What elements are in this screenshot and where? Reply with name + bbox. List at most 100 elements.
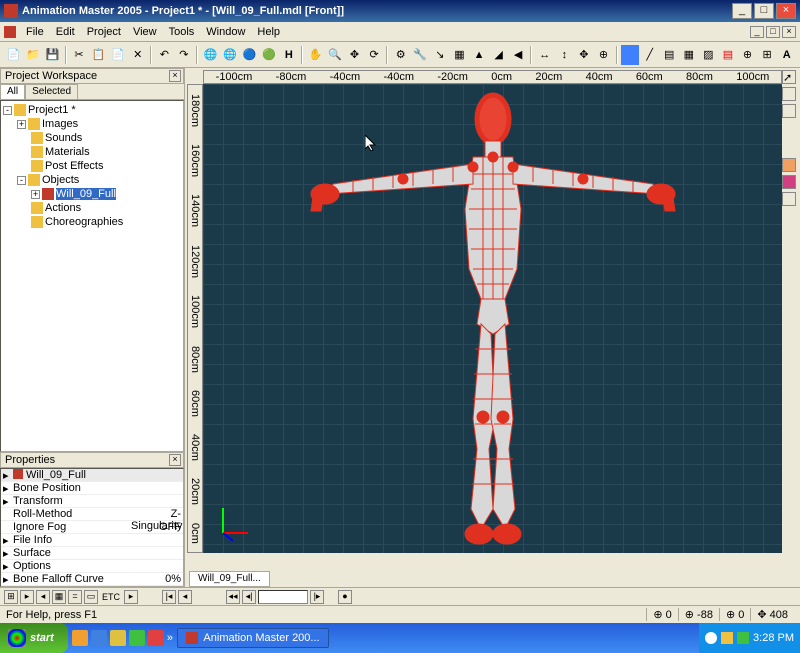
gear-button[interactable]: ⚙ xyxy=(391,45,410,65)
tree-objects[interactable]: -Objects xyxy=(3,173,181,187)
play-prev[interactable]: ◂ xyxy=(178,590,192,604)
prop-falloff[interactable]: ▸Bone Falloff Curve0% xyxy=(1,573,183,586)
mode4-button[interactable]: ▤ xyxy=(719,45,738,65)
menu-tools[interactable]: Tools xyxy=(163,24,201,40)
globe1-icon[interactable]: 🌐 xyxy=(201,45,220,65)
tool-r1[interactable] xyxy=(782,87,796,101)
menu-file[interactable]: File xyxy=(20,24,50,40)
menu-help[interactable]: Help xyxy=(251,24,286,40)
prop-file-info[interactable]: ▸File Info xyxy=(1,534,183,547)
taskbar-app[interactable]: Animation Master 200... xyxy=(177,628,329,648)
tree-posteffects[interactable]: Post Effects xyxy=(3,159,181,173)
tool6-button[interactable]: ◢ xyxy=(489,45,508,65)
hand-tool[interactable]: ✋ xyxy=(306,45,325,65)
settings-button[interactable]: 🔧 xyxy=(411,45,430,65)
mdi-minimize-button[interactable]: _ xyxy=(750,26,764,38)
start-button[interactable]: start xyxy=(0,623,68,653)
tl-btn7[interactable]: ▸ xyxy=(124,590,138,604)
text-button[interactable]: A xyxy=(777,45,796,65)
mode1-button[interactable]: ▤ xyxy=(660,45,679,65)
paste-button[interactable]: 📄 xyxy=(109,45,128,65)
tool5-button[interactable]: ▲ xyxy=(470,45,489,65)
move-tool[interactable]: ✥ xyxy=(345,45,364,65)
menu-window[interactable]: Window xyxy=(200,24,251,40)
menu-edit[interactable]: Edit xyxy=(50,24,81,40)
viewport[interactable]: -100cm-80cm-40cm-40cm-20cm0cm20cm40cm60c… xyxy=(187,70,798,569)
step-back2[interactable]: ◂| xyxy=(242,590,256,604)
prop-name[interactable]: ▸Will_09_Full xyxy=(1,469,183,482)
arrow2-button[interactable]: ↕ xyxy=(555,45,574,65)
tool-r2[interactable] xyxy=(782,104,796,118)
ql-icon2[interactable] xyxy=(91,630,107,646)
mdi-close-button[interactable]: × xyxy=(782,26,796,38)
close-button[interactable]: × xyxy=(776,3,796,19)
save-button[interactable]: 💾 xyxy=(43,45,62,65)
properties-close[interactable]: × xyxy=(169,454,181,466)
workspace-close[interactable]: × xyxy=(169,70,181,82)
tl-btn2[interactable]: ▸ xyxy=(20,590,34,604)
globe2-icon[interactable]: 🌐 xyxy=(221,45,240,65)
tree-choreographies[interactable]: Choreographies xyxy=(3,215,181,229)
mode2-button[interactable]: ▦ xyxy=(680,45,699,65)
render-button[interactable]: 🟢 xyxy=(260,45,279,65)
redo-button[interactable]: ↷ xyxy=(175,45,194,65)
tab-all[interactable]: All xyxy=(0,84,25,99)
tray-icon3[interactable] xyxy=(737,632,749,644)
tl-btn5[interactable]: = xyxy=(68,590,82,604)
arrow4-button[interactable]: ⊕ xyxy=(594,45,613,65)
open-button[interactable]: 📁 xyxy=(24,45,43,65)
mode5-button[interactable]: ⊕ xyxy=(738,45,757,65)
prop-transform[interactable]: ▸Transform xyxy=(1,495,183,508)
character-model[interactable] xyxy=(273,89,713,549)
prop-roll-method[interactable]: Roll-MethodZ-Singularity xyxy=(1,508,183,521)
tool7-button[interactable]: ◀ xyxy=(509,45,528,65)
arrow1-button[interactable]: ↔ xyxy=(535,45,554,65)
menu-project[interactable]: Project xyxy=(81,24,127,40)
canvas-3d[interactable] xyxy=(203,84,782,553)
cut-button[interactable]: ✂ xyxy=(70,45,89,65)
tree-images[interactable]: +Images xyxy=(3,117,181,131)
tl-btn4[interactable]: ▦ xyxy=(52,590,66,604)
play-first[interactable]: |◂ xyxy=(162,590,176,604)
prop-options[interactable]: ▸Options xyxy=(1,560,183,573)
tool-r3[interactable] xyxy=(782,158,796,172)
select-tool[interactable]: ➚ xyxy=(782,70,796,84)
ql-icon4[interactable] xyxy=(129,630,145,646)
tree-sounds[interactable]: Sounds xyxy=(3,131,181,145)
delete-button[interactable]: ✕ xyxy=(128,45,147,65)
rotate-tool[interactable]: ⟳ xyxy=(365,45,384,65)
color1-button[interactable] xyxy=(621,45,640,65)
zoom-tool[interactable]: 🔍 xyxy=(326,45,345,65)
tree-root[interactable]: -Project1 * xyxy=(3,103,181,117)
ql-icon3[interactable] xyxy=(110,630,126,646)
tree-materials[interactable]: Materials xyxy=(3,145,181,159)
system-tray[interactable]: 3:28 PM xyxy=(699,623,800,653)
maximize-button[interactable]: □ xyxy=(754,3,774,19)
tl-btn6[interactable]: ▭ xyxy=(84,590,98,604)
menu-view[interactable]: View xyxy=(127,24,163,40)
record-button[interactable]: ● xyxy=(338,590,352,604)
step-back[interactable]: ◂◂ xyxy=(226,590,240,604)
prop-bone-position[interactable]: ▸Bone Position xyxy=(1,482,183,495)
new-button[interactable]: 📄 xyxy=(4,45,23,65)
tl-btn3[interactable]: ◂ xyxy=(36,590,50,604)
mdi-restore-button[interactable]: □ xyxy=(766,26,780,38)
mode3-button[interactable]: ▨ xyxy=(699,45,718,65)
tree-actions[interactable]: Actions xyxy=(3,201,181,215)
copy-button[interactable]: 📋 xyxy=(89,45,108,65)
clock[interactable]: 3:28 PM xyxy=(753,632,794,644)
tab-selected[interactable]: Selected xyxy=(25,84,78,99)
frame-input[interactable] xyxy=(258,590,308,604)
viewport-tab[interactable]: Will_09_Full... xyxy=(189,571,270,587)
tool4-button[interactable]: ▦ xyxy=(450,45,469,65)
tool-r4[interactable] xyxy=(782,175,796,189)
prop-surface[interactable]: ▸Surface xyxy=(1,547,183,560)
tool-r5[interactable] xyxy=(782,192,796,206)
tray-icon1[interactable] xyxy=(705,632,717,644)
minimize-button[interactable]: _ xyxy=(732,3,752,19)
tool3-button[interactable]: ↘ xyxy=(431,45,450,65)
tl-btn1[interactable]: ⊞ xyxy=(4,590,18,604)
ql-icon5[interactable] xyxy=(148,630,164,646)
line-button[interactable]: ╱ xyxy=(640,45,659,65)
project-tree[interactable]: -Project1 * +Images Sounds Materials Pos… xyxy=(0,100,184,452)
